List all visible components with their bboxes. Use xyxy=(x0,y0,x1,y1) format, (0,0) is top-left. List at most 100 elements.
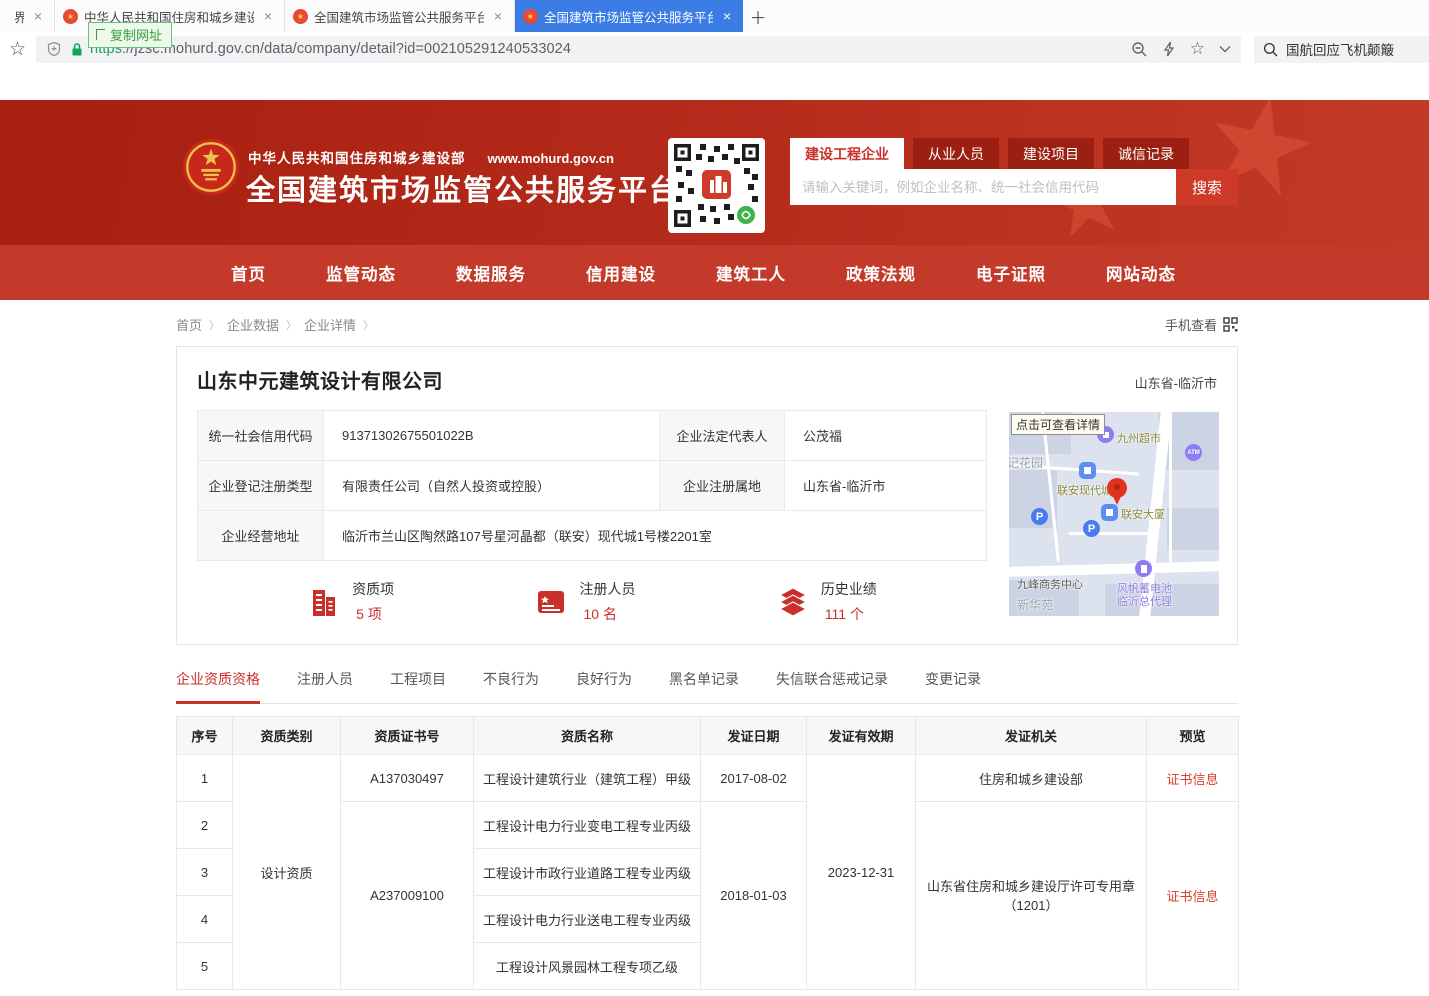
col-category: 资质类别 xyxy=(233,717,341,755)
company-detail-card: 山东中元建筑设计有限公司 山东省-临沂市 统一社会信用代码 9137130267… xyxy=(176,346,1238,645)
new-tab-button[interactable]: ＋ xyxy=(743,0,773,32)
tab-close-icon[interactable]: × xyxy=(260,8,276,24)
poi-battery-line2: 临沂总代理 xyxy=(1117,593,1172,609)
nav-policy[interactable]: 政策法规 xyxy=(846,261,916,285)
tab-projects[interactable]: 工程项目 xyxy=(390,669,446,703)
parking-pin-icon: P xyxy=(1031,508,1048,525)
tab-close-icon[interactable]: × xyxy=(30,8,46,24)
tab-bad-behavior[interactable]: 不良行为 xyxy=(483,669,539,703)
browser-tab-jzsc-1[interactable]: ★ 全国建筑市场监管公共服务平台 × xyxy=(285,0,515,32)
breadcrumb-separator: 〉 xyxy=(209,317,220,333)
search-tab-enterprise[interactable]: 建设工程企业 xyxy=(790,138,904,169)
browser-tab-partial[interactable]: 界 × xyxy=(0,0,55,32)
tab-qualifications[interactable]: 企业资质资格 xyxy=(176,669,260,704)
tab-dishonesty[interactable]: 失信联合惩戒记录 xyxy=(776,669,888,703)
address-label: 企业经营地址 xyxy=(198,511,324,561)
chevron-down-icon[interactable] xyxy=(1219,45,1231,53)
legal-rep-label: 企业法定代表人 xyxy=(660,411,785,461)
issuer-line1: 山东省住房和城乡建设厅许可专用章 xyxy=(922,877,1140,896)
company-info-table: 统一社会信用代码 91371302675501022B 企业法定代表人 公茂福 … xyxy=(197,410,987,561)
poi-lianan-tower: 联安大厦 xyxy=(1121,506,1165,522)
breadcrumb-home[interactable]: 首页 xyxy=(176,315,202,334)
search-tab-project[interactable]: 建设项目 xyxy=(1008,138,1094,169)
cert-no: A137030497 xyxy=(341,755,474,802)
flash-icon[interactable] xyxy=(1162,41,1176,57)
reg-region-label: 企业注册属地 xyxy=(660,461,785,511)
tab-change-records[interactable]: 变更记录 xyxy=(925,669,981,703)
certificate-info-link[interactable]: 证书信息 xyxy=(1166,772,1218,787)
tab-close-icon[interactable]: × xyxy=(490,8,506,24)
nav-home[interactable]: 首页 xyxy=(231,261,266,285)
tab-title: 界 xyxy=(14,7,24,26)
nav-site-news[interactable]: 网站动态 xyxy=(1106,261,1176,285)
company-name: 山东中元建筑设计有限公司 xyxy=(197,365,443,394)
stat-value: 111 个 xyxy=(821,604,877,624)
col-preview: 预览 xyxy=(1147,717,1239,755)
nav-workers[interactable]: 建筑工人 xyxy=(716,261,786,285)
issuer-line2: （1201） xyxy=(922,896,1140,915)
mobile-view-link[interactable]: 手机查看 xyxy=(1165,315,1238,334)
poi-jiufeng: 九峰商务中心 xyxy=(1017,576,1083,592)
company-location-pin xyxy=(1107,478,1127,498)
breadcrumb-enterprise-data[interactable]: 企业数据 xyxy=(227,315,279,334)
stat-value: 10 名 xyxy=(579,604,635,624)
poi-lianan-city: 联安现代城 xyxy=(1057,482,1112,498)
tab-registered-personnel[interactable]: 注册人员 xyxy=(297,669,353,703)
favorite-star-icon[interactable]: ☆ xyxy=(1190,39,1205,59)
banner-ministry-line: 中华人民共和国住房和城乡建设部www.mohurd.gov.cn xyxy=(248,147,614,167)
search-button[interactable]: 搜索 xyxy=(1176,169,1238,205)
nav-credit[interactable]: 信用建设 xyxy=(586,261,656,285)
reg-type-label: 企业登记注册类型 xyxy=(198,461,324,511)
detail-tab-bar: 企业资质资格 注册人员 工程项目 不良行为 良好行为 黑名单记录 失信联合惩戒记… xyxy=(176,669,1238,704)
tab-close-icon[interactable]: × xyxy=(719,8,735,24)
legal-rep-value: 公茂福 xyxy=(785,411,987,461)
qr-code xyxy=(668,138,765,233)
address-value: 临沂市兰山区陶然路107号星河晶都（联安）现代城1号楼2201室 xyxy=(324,511,987,561)
nav-supervision[interactable]: 监管动态 xyxy=(326,261,396,285)
zoom-out-icon[interactable] xyxy=(1131,41,1148,58)
search-tab-personnel[interactable]: 从业人员 xyxy=(913,138,999,169)
gov-emblem-icon: ★ xyxy=(63,9,78,24)
certificate-info-link[interactable]: 证书信息 xyxy=(1166,889,1218,904)
search-category-tabs: 建设工程企业 从业人员 建设项目 诚信记录 xyxy=(790,138,1238,169)
issuer: 住房和城乡建设部 xyxy=(916,755,1147,802)
company-location-map[interactable]: 点击可查看详情 九州超市 ATM 记花园 联安现代城 联安大厦 P P 九峰商务… xyxy=(1009,412,1219,616)
issue-date: 2017-08-02 xyxy=(701,755,807,802)
stat-history-performance[interactable]: 历史业绩 111 个 xyxy=(776,579,877,624)
nav-e-cert[interactable]: 电子证照 xyxy=(976,261,1046,285)
breadcrumb-enterprise-detail[interactable]: 企业详情 xyxy=(304,315,356,334)
stat-qualifications[interactable]: 资质项 5 项 xyxy=(307,579,394,624)
mobile-view-label: 手机查看 xyxy=(1165,315,1217,334)
tab-blacklist[interactable]: 黑名单记录 xyxy=(669,669,739,703)
tab-good-behavior[interactable]: 良好行为 xyxy=(576,669,632,703)
battery-pin-icon xyxy=(1135,560,1152,577)
reg-region-value: 山东省-临沂市 xyxy=(785,461,987,511)
address-bar[interactable]: https://jzsc.mohurd.gov.cn/data/company/… xyxy=(36,36,1241,63)
qual-name: 工程设计市政行业道路工程专业丙级 xyxy=(474,849,701,896)
row-no: 2 xyxy=(177,802,233,849)
table-header-row: 序号 资质类别 资质证书号 资质名称 发证日期 发证有效期 发证机关 预览 xyxy=(177,717,1239,755)
map-road xyxy=(1009,561,1219,577)
copy-url-tooltip: 复制网址 xyxy=(88,22,172,48)
bookmark-star-icon[interactable]: ☆ xyxy=(9,38,26,61)
map-tooltip: 点击可查看详情 xyxy=(1011,414,1105,435)
browser-tab-jzsc-active[interactable]: ★ 全国建筑市场监管公共服务平台 × xyxy=(515,0,743,32)
url-rest: ://jzsc.mohurd.gov.cn/data/company/detai… xyxy=(122,41,571,57)
site-banner: ★ ★ 中华人民共和国住房和城乡建设部www.mohurd.gov.cn 全国建… xyxy=(0,100,1429,245)
row-no: 4 xyxy=(177,896,233,943)
keyword-search-input[interactable] xyxy=(790,169,1176,205)
row-no: 5 xyxy=(177,943,233,990)
lock-icon xyxy=(70,42,84,57)
stat-label: 注册人员 xyxy=(579,579,635,599)
poi-xinhua: 新华苑 xyxy=(1017,596,1053,613)
stat-value: 5 项 xyxy=(352,604,394,624)
credit-code-label: 统一社会信用代码 xyxy=(198,411,324,461)
stat-registered-personnel[interactable]: 注册人员 10 名 xyxy=(534,579,635,624)
stat-label: 资质项 xyxy=(352,579,394,599)
validity-date: 2023-12-31 xyxy=(807,755,916,990)
browser-quick-search[interactable]: 国航回应飞机颠簸 xyxy=(1254,36,1429,63)
nav-data-service[interactable]: 数据服务 xyxy=(456,261,526,285)
col-issue-date: 发证日期 xyxy=(701,717,807,755)
company-region: 山东省-临沂市 xyxy=(1135,373,1217,392)
search-tab-credit[interactable]: 诚信记录 xyxy=(1103,138,1189,169)
